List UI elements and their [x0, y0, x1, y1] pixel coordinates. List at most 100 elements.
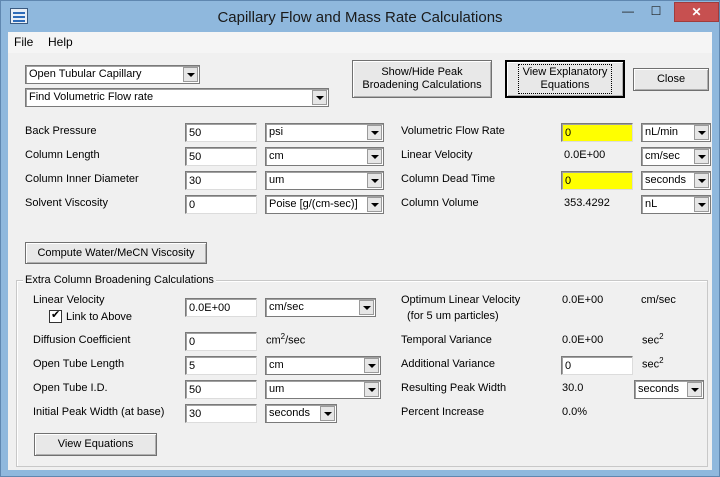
- back-pressure-unit-select[interactable]: psi: [265, 123, 384, 142]
- column-volume-unit-select[interactable]: nL: [641, 195, 711, 214]
- chevron-down-icon: [312, 90, 327, 105]
- solvent-viscosity-unit-select[interactable]: Poise [g/(cm-sec)]: [265, 195, 384, 214]
- view-equations-button[interactable]: View Equations: [34, 433, 157, 456]
- show-hide-label-line2: Broadening Calculations: [362, 79, 482, 91]
- additional-var-input[interactable]: [561, 356, 633, 375]
- column-length-label: Column Length: [25, 149, 100, 161]
- chevron-down-icon: [367, 125, 382, 140]
- column-id-label: Column Inner Diameter: [25, 173, 139, 185]
- linear-velocity-label: Linear Velocity: [401, 149, 473, 161]
- extra-linear-velocity-unit: cm/sec: [269, 301, 304, 313]
- view-eq-label-line1: View Explanatory: [522, 66, 608, 78]
- chevron-down-icon: [183, 67, 198, 82]
- column-id-unit: um: [269, 174, 285, 186]
- chevron-down-icon: [694, 173, 709, 188]
- calc-mode-select[interactable]: Find Volumetric Flow rate: [25, 88, 329, 107]
- calc-mode-value: Find Volumetric Flow rate: [29, 91, 154, 103]
- tube-length-unit: cm: [269, 359, 284, 371]
- additional-var-unit: sec2: [642, 356, 664, 371]
- diffusion-input[interactable]: [185, 332, 257, 351]
- show-hide-peak-button[interactable]: Show/Hide Peak Broadening Calculations: [352, 60, 492, 98]
- menu-file[interactable]: File: [14, 35, 33, 49]
- back-pressure-input[interactable]: [185, 123, 257, 142]
- close-button[interactable]: Close: [633, 68, 709, 91]
- chevron-down-icon: [687, 382, 702, 397]
- back-pressure-unit: psi: [269, 126, 284, 138]
- title-bar: Capillary Flow and Mass Rate Calculation…: [1, 1, 719, 32]
- menu-help[interactable]: Help: [48, 35, 73, 49]
- temporal-var-value: 0.0E+00: [562, 334, 604, 346]
- tube-id-input[interactable]: [185, 380, 257, 399]
- minimize-icon[interactable]: —: [615, 2, 641, 22]
- opt-lin-vel-label: Optimum Linear Velocity: [401, 294, 521, 306]
- tube-id-unit-select[interactable]: um: [265, 380, 381, 399]
- view-explanatory-equations-button[interactable]: View Explanatory Equations: [505, 60, 625, 98]
- temporal-var-unit: sec2: [642, 332, 664, 347]
- view-eq-label-line2: Equations: [540, 79, 590, 91]
- resulting-width-value: 30.0: [562, 382, 584, 394]
- vol-flow-label: Volumetric Flow Rate: [401, 125, 505, 137]
- chevron-down-icon: [359, 300, 374, 315]
- solvent-viscosity-input[interactable]: [185, 195, 257, 214]
- chevron-down-icon: [367, 149, 382, 164]
- column-length-unit-select[interactable]: cm: [265, 147, 384, 166]
- extra-broadening-title: Extra Column Broadening Calculations: [23, 274, 216, 286]
- dead-time-label: Column Dead Time: [401, 173, 496, 185]
- peak-width-unit-select[interactable]: seconds: [265, 404, 337, 423]
- temporal-var-label: Temporal Variance: [401, 334, 492, 346]
- diffusion-unit-base: cm: [266, 334, 281, 347]
- additional-var-unit-base: sec: [642, 358, 660, 371]
- chevron-down-icon: [320, 406, 335, 421]
- show-hide-label-line1: Show/Hide Peak: [381, 66, 463, 78]
- close-icon[interactable]: ✕: [674, 2, 719, 22]
- tube-id-unit: um: [269, 383, 285, 395]
- column-length-unit: cm: [269, 150, 284, 162]
- vol-flow-unit-select[interactable]: nL/min: [641, 123, 711, 142]
- compute-viscosity-label: Compute Water/MeCN Viscosity: [37, 246, 195, 259]
- diffusion-label: Diffusion Coefficient: [33, 334, 131, 346]
- solvent-viscosity-unit: Poise [g/(cm-sec)]: [269, 198, 358, 210]
- compute-viscosity-button[interactable]: Compute Water/MeCN Viscosity: [25, 242, 207, 264]
- maximize-icon[interactable]: ☐: [643, 2, 669, 22]
- link-to-above-checkbox[interactable]: [49, 308, 62, 323]
- diffusion-unit: cm2/sec: [266, 332, 305, 347]
- chevron-down-icon: [364, 358, 379, 373]
- dead-time-unit-select[interactable]: seconds: [641, 171, 711, 190]
- tube-length-label: Open Tube Length: [33, 358, 125, 370]
- peak-width-label: Initial Peak Width (at base): [33, 406, 165, 418]
- linear-velocity-unit-select[interactable]: cm/sec: [641, 147, 711, 166]
- app-window: Capillary Flow and Mass Rate Calculation…: [0, 0, 720, 477]
- tube-length-input[interactable]: [185, 356, 257, 375]
- additional-var-label: Additional Variance: [401, 358, 495, 370]
- chevron-down-icon: [694, 125, 709, 140]
- window-title: Capillary Flow and Mass Rate Calculation…: [217, 9, 503, 26]
- column-id-unit-select[interactable]: um: [265, 171, 384, 190]
- resulting-width-unit: seconds: [638, 383, 679, 395]
- client-area: File Help Open Tubular Capillary Find Vo…: [8, 32, 712, 470]
- tube-length-unit-select[interactable]: cm: [265, 356, 381, 375]
- chevron-down-icon: [367, 197, 382, 212]
- close-button-label: Close: [656, 73, 686, 85]
- opt-lin-vel-value: 0.0E+00: [562, 294, 604, 306]
- dead-time-output[interactable]: [561, 171, 633, 190]
- capillary-type-select[interactable]: Open Tubular Capillary: [25, 65, 200, 84]
- column-volume-value: 353.4292: [564, 197, 610, 209]
- extra-linear-velocity-unit-select[interactable]: cm/sec: [265, 298, 376, 317]
- link-to-above-label: Link to Above: [66, 311, 133, 323]
- resulting-width-unit-select[interactable]: seconds: [634, 380, 704, 399]
- dead-time-unit: seconds: [645, 174, 686, 186]
- tube-id-label: Open Tube I.D.: [33, 382, 108, 394]
- extra-linear-velocity-input[interactable]: [185, 298, 257, 317]
- vol-flow-output[interactable]: [561, 123, 633, 142]
- column-volume-unit: nL: [645, 198, 658, 210]
- column-length-input[interactable]: [185, 147, 257, 166]
- peak-width-input[interactable]: [185, 404, 257, 423]
- column-id-input[interactable]: [185, 171, 257, 190]
- linear-velocity-unit: cm/sec: [645, 150, 680, 162]
- chevron-down-icon: [367, 173, 382, 188]
- percent-increase-value: 0.0%: [562, 406, 588, 418]
- capillary-type-value: Open Tubular Capillary: [29, 68, 142, 80]
- peak-width-unit: seconds: [269, 407, 310, 419]
- chevron-down-icon: [694, 197, 709, 212]
- solvent-viscosity-label: Solvent Viscosity: [25, 197, 108, 209]
